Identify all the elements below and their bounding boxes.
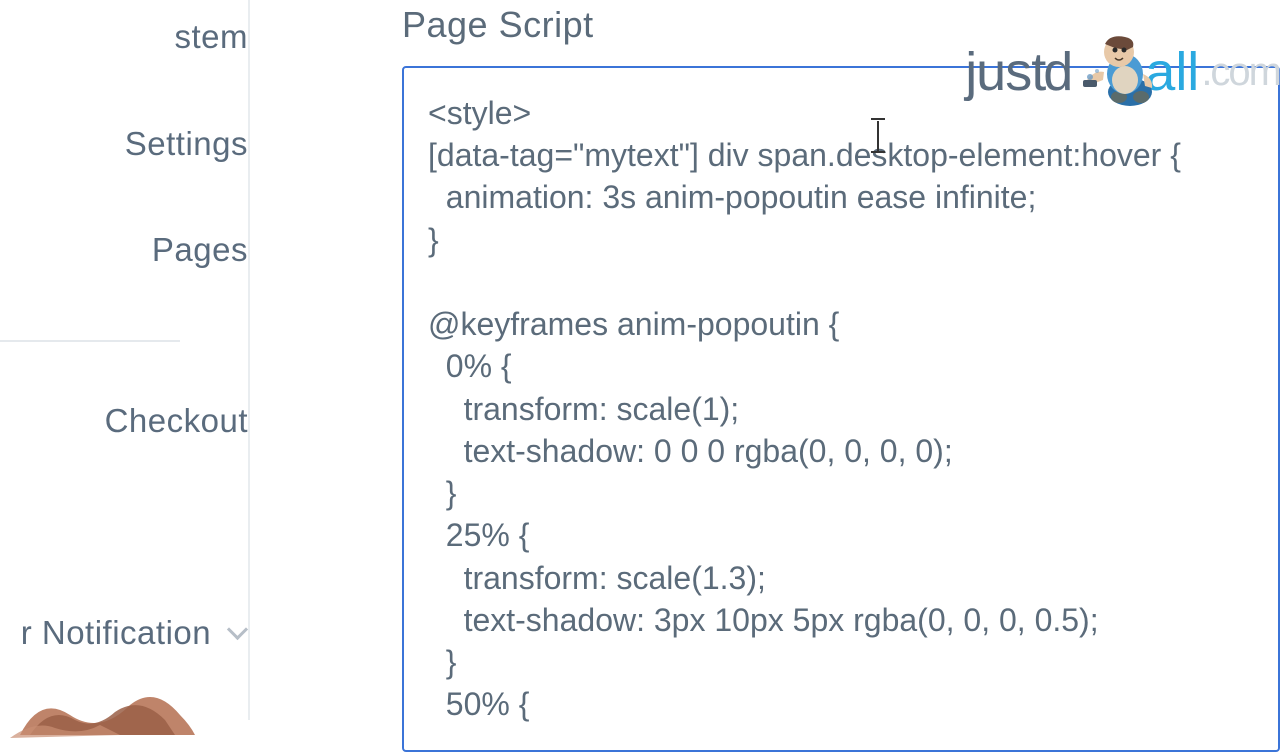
sidebar-item-pages[interactable]: Pages [0,231,248,269]
mascot-icon [1075,32,1155,112]
chevron-down-icon [230,622,248,640]
sidebar-item-settings[interactable]: Settings [0,125,248,163]
sidebar-item-label: r Notification [21,614,211,651]
watermark-logo: just d all .com [965,32,1280,112]
sidebar-item-label: stem [174,18,248,55]
sidebar-divider [0,340,180,342]
sidebar-item-checkout[interactable]: Checkout [0,402,248,440]
text-cursor-icon [869,121,889,151]
watermark-text-d: d [1043,41,1073,103]
sidebar-item-system[interactable]: stem [0,18,248,56]
sidebar-item-label: Pages [152,231,248,268]
sidebar-decorative-image [0,680,200,740]
code-content: <style> [data-tag="mytext"] div span.des… [428,95,1181,722]
sidebar-item-notification[interactable]: r Notification [0,614,248,652]
sidebar: stem Settings Pages Checkout r Notificat… [0,0,250,720]
watermark-text-com: .com [1201,50,1280,95]
sidebar-item-label: Checkout [105,402,248,439]
sidebar-item-label: Settings [125,125,248,162]
watermark-text-just: just [965,41,1045,103]
page-script-input[interactable]: <style> [data-tag="mytext"] div span.des… [402,66,1280,752]
